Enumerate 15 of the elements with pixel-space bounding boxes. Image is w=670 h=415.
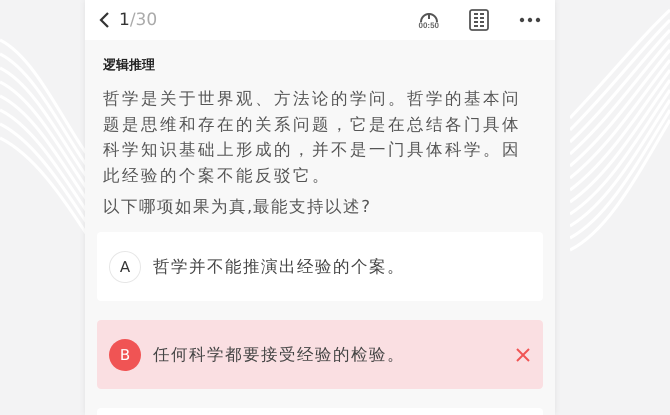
question-counter: 1/30 [119,10,158,30]
timer-button[interactable]: 00:50 [418,10,439,30]
answer-sheet-icon[interactable] [469,9,489,31]
question-text: 以下哪项如果为真,最能支持以述? [103,196,372,218]
category-title: 逻辑推理 [103,57,156,74]
option-letter: A [109,250,141,282]
option-letter: B [109,338,141,370]
passage-text: 哲学是关于世界观、方法论的学问。哲学的基本问题是思维和存在的关系问题，它是在总结各门具体科学知识基础上形成的，并不是一门具体科学。因此经验的个案不能反驳它。 [103,88,522,186]
option-card[interactable]: A 哲学并不能推演出经验的个案。 [97,232,543,301]
gauge-icon [418,10,439,22]
more-icon[interactable] [519,17,541,23]
option-text: 任何科学都要接受经验的检验。 [153,344,406,366]
back-icon[interactable] [97,11,111,29]
option-text: 哲学并不能推演出经验的个案。 [153,256,406,278]
option-card[interactable]: B 任何科学都要接受经验的检验。 [97,320,543,389]
